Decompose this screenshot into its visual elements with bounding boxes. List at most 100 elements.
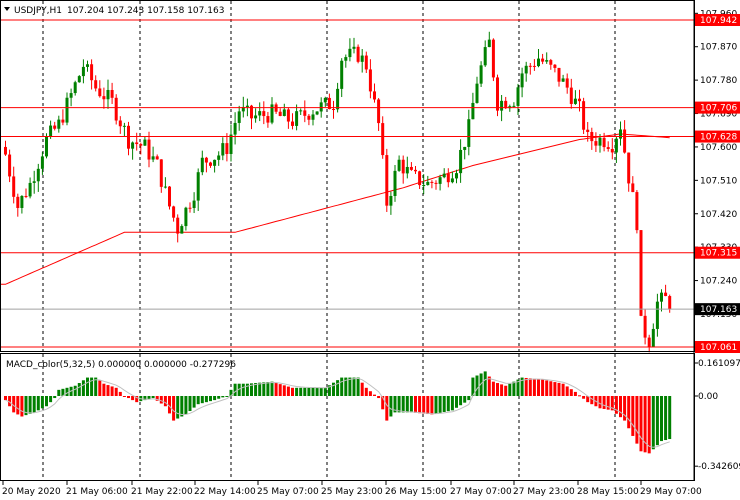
macd-histogram-bar [184, 396, 188, 415]
time-label: 28 May 15:00 [577, 487, 639, 497]
candle-body [40, 156, 44, 169]
macd-histogram-bar [459, 396, 463, 406]
symbol-label: USDJPY,H1 [14, 6, 62, 16]
time-label: 27 May 23:00 [513, 487, 575, 497]
candle-body [619, 129, 622, 139]
macd-histogram-bar [16, 396, 20, 415]
macd-histogram-bar [348, 377, 352, 396]
macd-histogram-bar [602, 396, 606, 409]
candle-body [381, 123, 385, 156]
candle-body [307, 115, 311, 120]
candle-body [520, 73, 524, 88]
candle-body [81, 66, 85, 77]
candle-body [643, 315, 647, 338]
candle-body [172, 206, 176, 218]
candle-body [528, 65, 532, 67]
candle-body [463, 146, 467, 150]
candle-body [16, 196, 20, 208]
candle-body [245, 105, 249, 107]
macd-histogram-bar [627, 396, 631, 429]
level-price-label: 107.706 [700, 104, 737, 114]
macd-histogram-bar [430, 396, 434, 415]
price-tick-label: 107.870 [700, 43, 737, 53]
macd-histogram-bar [159, 396, 163, 404]
macd-histogram-bar [163, 396, 167, 407]
time-label: 21 May 22:00 [131, 487, 193, 497]
macd-histogram-bar [49, 396, 53, 403]
candle-body [168, 186, 171, 207]
candle-body [229, 134, 233, 154]
macd-histogram-bar [504, 385, 508, 396]
candle-body [286, 109, 290, 122]
candle-body [639, 230, 643, 316]
candle-body [94, 80, 98, 89]
candle-body [188, 207, 192, 209]
price-chart[interactable]: 107.960107.870107.780107.690107.600107.5… [0, 0, 740, 500]
candle-body [442, 173, 446, 178]
macd-histogram-bar [204, 396, 208, 403]
candle-body [139, 144, 143, 146]
macd-histogram-bar [442, 396, 446, 412]
candle-body [426, 181, 430, 186]
level-price-label: 107.942 [700, 16, 737, 26]
candle-body [204, 157, 208, 163]
macd-histogram-bar [524, 377, 528, 396]
candle-body [8, 154, 12, 177]
macd-histogram-bar [319, 387, 323, 396]
macd-histogram-bar [57, 389, 61, 396]
candle-body [49, 125, 53, 137]
candle-body [471, 102, 475, 120]
macd-histogram-bar [467, 396, 471, 401]
candle-body [455, 173, 458, 179]
candle-body [127, 125, 130, 149]
macd-histogram-bar [225, 396, 229, 397]
macd-histogram-bar [532, 378, 536, 396]
macd-histogram-bar [573, 391, 577, 396]
candle-body [606, 147, 610, 149]
triangle-down-icon[interactable] [4, 7, 10, 11]
macd-histogram-bar [455, 396, 458, 408]
macd-histogram-bar [418, 396, 422, 414]
macd-histogram-bar [668, 396, 672, 440]
candle-body [131, 142, 135, 149]
macd-histogram-bar [373, 394, 376, 396]
candle-body [176, 217, 180, 234]
candle-body [303, 110, 307, 116]
candle-body [163, 186, 167, 188]
macd-histogram-bar [500, 384, 504, 396]
candle-body [217, 155, 221, 160]
macd-histogram-bar [102, 383, 106, 396]
macd-histogram-bar [295, 387, 299, 396]
candle-body [434, 182, 438, 184]
macd-histogram-bar [262, 382, 266, 396]
macd-histogram-bar [664, 396, 668, 441]
candle-body [450, 178, 454, 183]
macd-histogram-bar [114, 387, 118, 396]
macd-histogram-bar [528, 378, 532, 396]
macd-histogram-bar [286, 386, 290, 396]
time-label: 29 May 07:00 [640, 487, 702, 497]
bid-price-label: 107.163 [700, 305, 737, 315]
candle-body [586, 129, 590, 132]
candle-body [98, 88, 102, 97]
candle-body [647, 337, 651, 348]
candle-body [500, 100, 504, 111]
macd-tick-label: 0.161097 [698, 359, 740, 369]
macd-histogram-bar [233, 383, 237, 396]
candle-body [311, 114, 315, 120]
macd-histogram-bar [598, 396, 602, 409]
candle-body [221, 143, 225, 156]
level-price-label: 107.315 [700, 249, 737, 259]
macd-histogram-bar [217, 396, 221, 399]
macd-histogram-bar [86, 377, 89, 396]
candle-body [631, 183, 635, 193]
macd-histogram-bar [549, 381, 553, 396]
candle-body [225, 143, 229, 154]
macd-histogram-bar [127, 396, 130, 399]
candle-body [569, 87, 573, 104]
macd-histogram-bar [463, 396, 467, 403]
candle-body [660, 292, 663, 302]
candle-body [352, 46, 356, 49]
candle-body [143, 139, 147, 146]
candle-body [291, 121, 294, 126]
